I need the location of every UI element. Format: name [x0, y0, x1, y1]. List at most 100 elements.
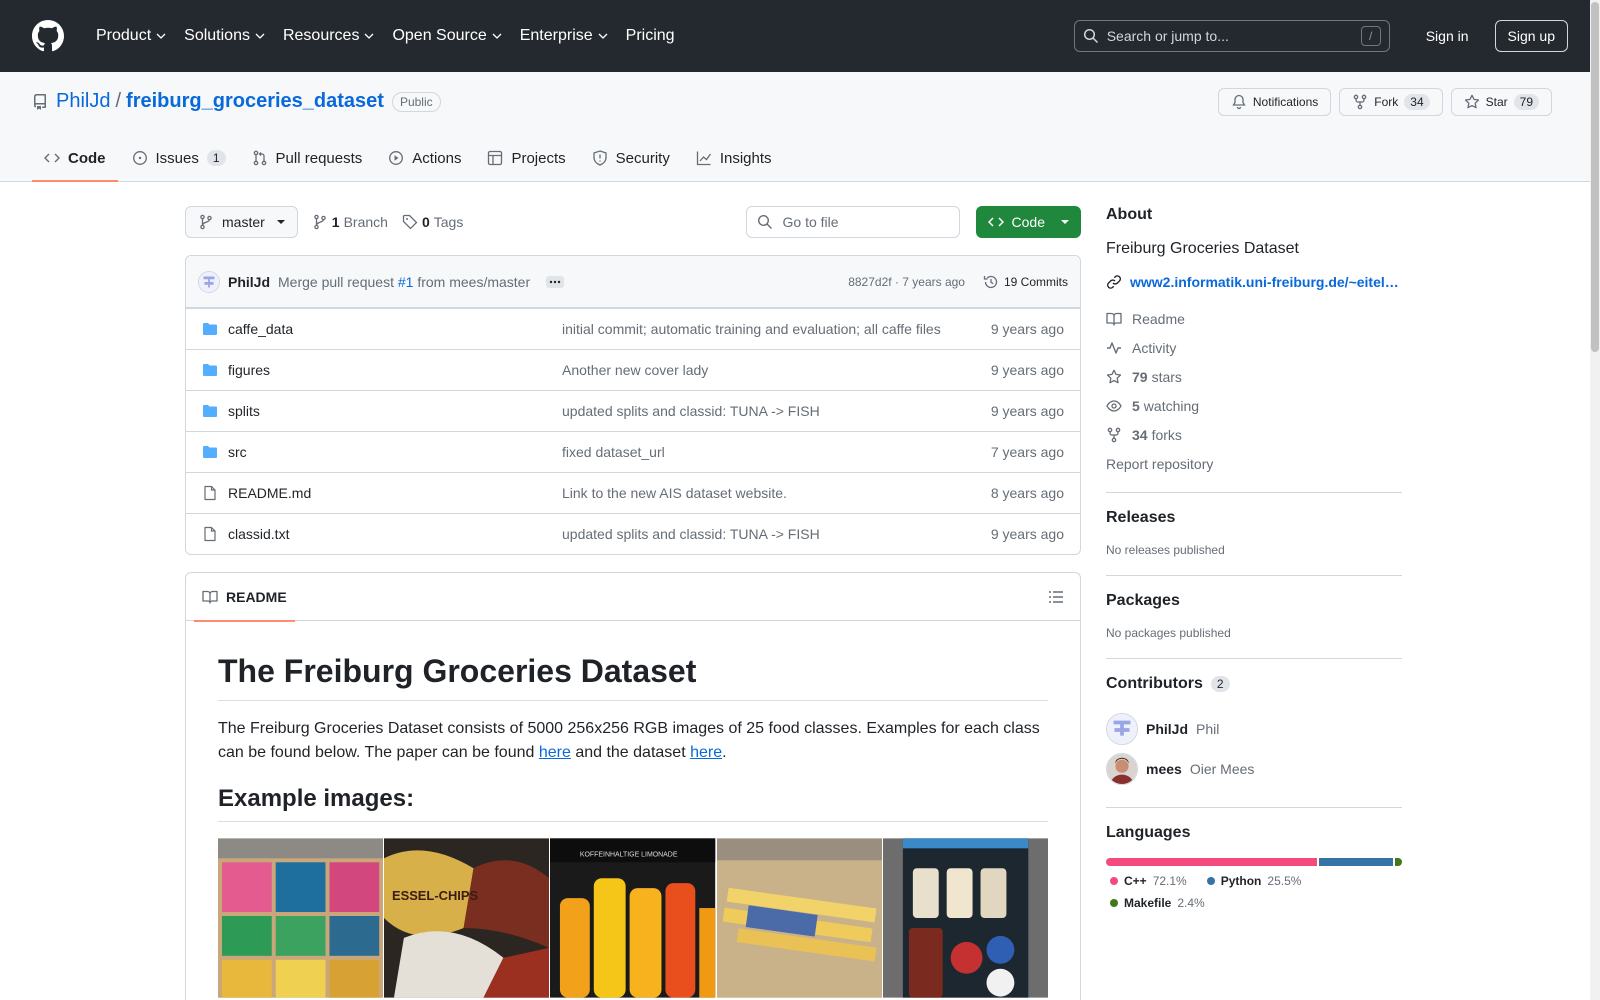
example-image-pasta: [716, 838, 882, 998]
file-name-link[interactable]: caffe_data: [228, 321, 562, 337]
file-row[interactable]: README.md Link to the new AIS dataset we…: [186, 472, 1080, 513]
tab-pull-requests[interactable]: Pull requests: [240, 134, 375, 182]
github-logo-icon[interactable]: [32, 20, 64, 52]
nav-product-label: Product: [96, 27, 152, 44]
file-row[interactable]: src fixed dataset_url 7 years ago: [186, 431, 1080, 472]
scrollbar-thumb[interactable]: [1591, 2, 1599, 352]
file-commit-message[interactable]: updated splits and classid: TUNA -> FISH: [562, 526, 991, 542]
file-navigation: master 1 Branch 0 Tags Go to file Code: [185, 206, 1081, 238]
language-item[interactable]: Makefile 2.4%: [1110, 896, 1205, 910]
language-item[interactable]: Python 25.5%: [1206, 874, 1301, 888]
languages-heading: Languages: [1106, 824, 1191, 841]
file-list: PhilJd Merge pull request #1 from mees/m…: [185, 255, 1081, 555]
branches-link[interactable]: 1 Branch: [312, 214, 388, 230]
sign-in-link[interactable]: Sign in: [1418, 22, 1477, 50]
page-scrollbar[interactable]: [1590, 0, 1600, 1000]
code-button-label: Code: [1011, 214, 1045, 230]
nav-pricing[interactable]: Pricing: [618, 21, 683, 51]
tags-link[interactable]: 0 Tags: [402, 214, 463, 230]
file-row[interactable]: splits updated splits and classid: TUNA …: [186, 390, 1080, 431]
nav-solutions[interactable]: Solutions: [176, 21, 273, 51]
file-name-link[interactable]: figures: [228, 362, 562, 378]
file-age: 9 years ago: [990, 362, 1064, 378]
paper-link[interactable]: here: [539, 744, 571, 761]
language-color-dot: [1206, 877, 1215, 885]
about-heading: About: [1106, 206, 1153, 223]
file-name-link[interactable]: classid.txt: [228, 526, 562, 542]
contributor-item[interactable]: mees Oier Mees: [1106, 749, 1402, 789]
header-actions: Search or jump to... / Sign in Sign up: [1073, 20, 1568, 52]
code-dropdown-button[interactable]: Code: [975, 206, 1081, 238]
language-item[interactable]: C++ 72.1%: [1110, 874, 1187, 888]
go-to-file-input[interactable]: Go to file: [745, 206, 960, 238]
search-input[interactable]: Search or jump to... /: [1073, 20, 1390, 52]
star-button[interactable]: Star 79: [1450, 88, 1552, 116]
repo-name-link[interactable]: freiburg_groceries_dataset: [126, 90, 384, 113]
expand-commit-button[interactable]: [546, 275, 565, 288]
tab-code[interactable]: Code: [32, 134, 118, 182]
tab-projects[interactable]: Projects: [475, 134, 577, 182]
contributor-name: Oier Mees: [1189, 761, 1255, 777]
contributors-heading[interactable]: Contributors: [1106, 675, 1203, 693]
file-commit-message[interactable]: updated splits and classid: TUNA -> FISH: [562, 403, 991, 419]
contributor-login: PhilJd: [1146, 721, 1189, 737]
sign-up-button[interactable]: Sign up: [1494, 20, 1568, 52]
nav-product[interactable]: Product: [88, 21, 174, 51]
packages-empty: No packages published: [1106, 626, 1231, 640]
website-link[interactable]: www2.informatik.uni-freiburg.de/~eitel…: [1106, 274, 1402, 290]
list-outline-icon[interactable]: [1048, 589, 1064, 605]
nav-open-source[interactable]: Open Source: [384, 21, 509, 51]
activity-link[interactable]: Activity: [1106, 333, 1402, 362]
commit-sha-link[interactable]: 8827d2f: [848, 275, 891, 289]
file-commit-message[interactable]: Link to the new AIS dataset website.: [562, 485, 991, 501]
branch-count: 1: [331, 214, 340, 230]
fork-label: Fork: [1374, 95, 1399, 109]
file-commit-message[interactable]: fixed dataset_url: [562, 444, 991, 460]
contributor-item[interactable]: PhilJd Phil: [1106, 709, 1402, 749]
branch-select-button[interactable]: master: [185, 206, 298, 238]
author-avatar[interactable]: [198, 270, 220, 293]
forks-link[interactable]: 34 forks: [1106, 420, 1402, 449]
readme-tab[interactable]: README: [194, 573, 295, 622]
tab-security[interactable]: Security: [580, 134, 682, 182]
file-row[interactable]: classid.txt updated splits and classid: …: [186, 513, 1080, 554]
commit-author-link[interactable]: PhilJd: [228, 274, 270, 290]
file-name-link[interactable]: README.md: [228, 485, 562, 501]
nav-resources[interactable]: Resources: [275, 21, 382, 51]
commit-pr-link[interactable]: #1: [398, 274, 414, 290]
packages-section: Packages No packages published: [1106, 575, 1402, 644]
repo-owner-link[interactable]: PhilJd: [56, 90, 110, 113]
file-row[interactable]: figures Another new cover lady 9 years a…: [186, 349, 1080, 390]
issues-count: 1: [206, 150, 226, 166]
fork-button[interactable]: Fork 34: [1339, 88, 1443, 116]
stars-link[interactable]: 79 stars: [1106, 362, 1402, 391]
readme-intro: The Freiburg Groceries Dataset consists …: [218, 717, 1048, 765]
watching-link[interactable]: 5 watching: [1106, 391, 1402, 420]
notifications-button[interactable]: Notifications: [1217, 88, 1332, 116]
report-repository-link[interactable]: Report repository: [1106, 449, 1402, 478]
file-age: 9 years ago: [990, 526, 1064, 542]
tab-issues[interactable]: Issues 1: [120, 134, 238, 182]
file-commit-message[interactable]: initial commit; automatic training and e…: [562, 321, 991, 337]
readme-link[interactable]: Readme: [1106, 304, 1402, 333]
commits-history-link[interactable]: 19 Commits: [983, 274, 1068, 290]
file-row[interactable]: caffe_data initial commit; automatic tra…: [186, 308, 1080, 349]
stars-label: stars: [1151, 368, 1182, 385]
file-name-link[interactable]: splits: [228, 403, 562, 419]
nav-enterprise[interactable]: Enterprise: [512, 21, 616, 51]
chevron-down-icon: [255, 33, 265, 39]
language-list: C++ 72.1% Python 25.5% Makefile 2.4%: [1106, 874, 1402, 918]
fork-icon: [1353, 94, 1367, 110]
file-name-link[interactable]: src: [228, 444, 562, 460]
readme-link-label: Readme: [1132, 310, 1185, 327]
global-header: Product Solutions Resources Open Source …: [0, 0, 1600, 72]
tab-insights[interactable]: Insights: [684, 134, 784, 182]
file-commit-message[interactable]: Another new cover lady: [562, 362, 991, 378]
releases-heading[interactable]: Releases: [1106, 509, 1402, 527]
packages-heading[interactable]: Packages: [1106, 592, 1402, 610]
tab-actions[interactable]: Actions: [376, 134, 473, 182]
star-count: 79: [1513, 94, 1539, 110]
activity-link-label: Activity: [1132, 339, 1177, 356]
dataset-link[interactable]: here: [690, 744, 722, 761]
forks-label: forks: [1151, 426, 1182, 443]
